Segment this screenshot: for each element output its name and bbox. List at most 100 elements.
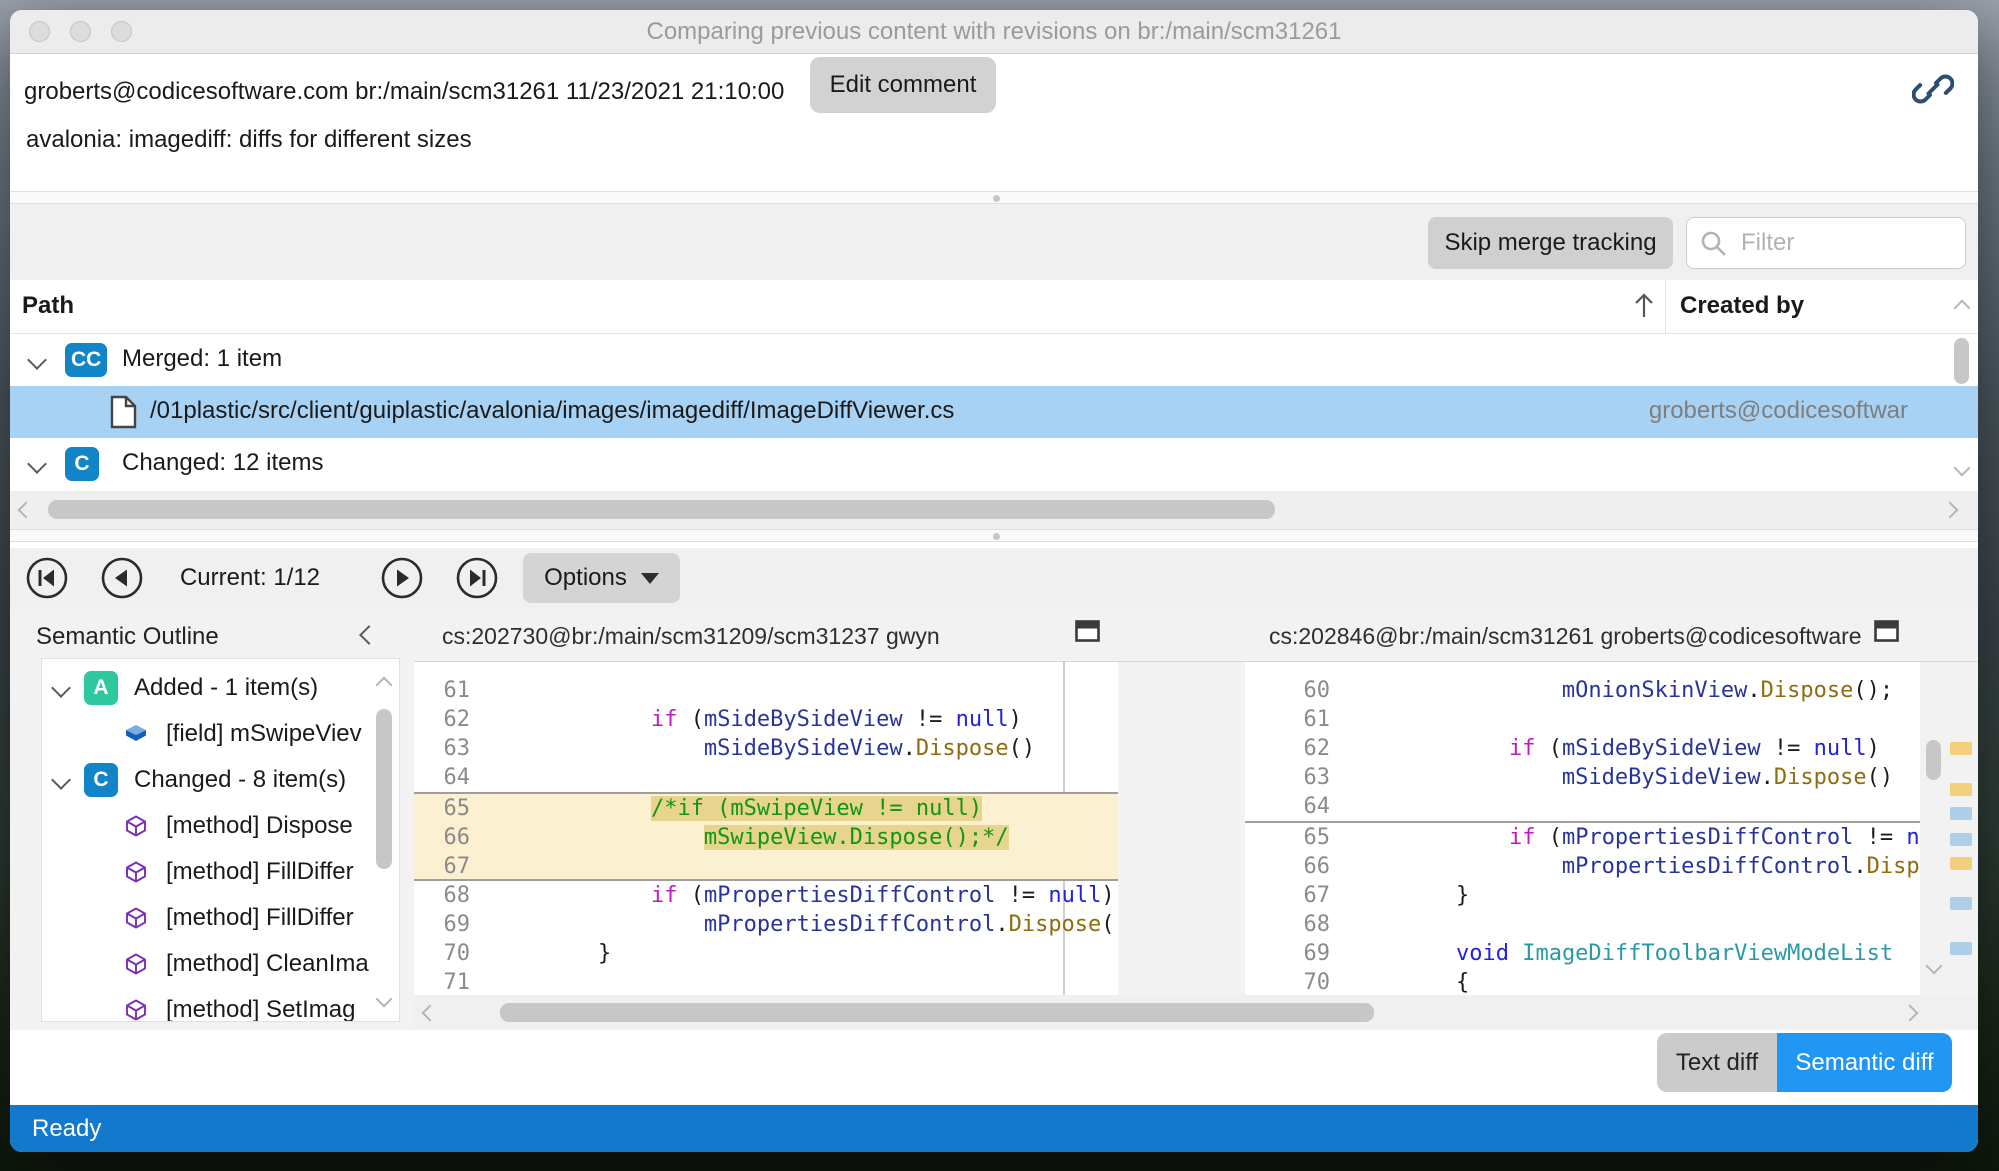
outline-item[interactable]: [method] FillDiffer xyxy=(42,895,399,941)
column-header-path[interactable]: Path xyxy=(22,292,74,320)
field-icon xyxy=(124,722,148,746)
code-line-62: 62 if (mSideBySideView != null) xyxy=(414,705,1118,734)
outline-badge: C xyxy=(84,763,118,797)
line-number: 68 xyxy=(414,881,470,910)
toolbar: Skip merge tracking xyxy=(10,204,1978,280)
scroll-right-icon[interactable] xyxy=(1902,1005,1919,1022)
minimap-marker-yellow[interactable] xyxy=(1950,783,1972,796)
scroll-left-icon[interactable] xyxy=(422,1005,439,1022)
outline-scrollbar-thumb[interactable] xyxy=(376,709,392,869)
dropdown-caret-icon xyxy=(641,573,659,584)
bottom-strip: Text diff Semantic diff xyxy=(10,1030,1978,1105)
options-label: Options xyxy=(544,564,627,591)
outline-item-label: [method] FillDiffer xyxy=(166,904,354,932)
maximize-pane-icon[interactable] xyxy=(1874,620,1899,647)
scroll-right-icon[interactable] xyxy=(1942,502,1959,519)
semantic-outline-panel: AAdded - 1 item(s) [field] mSwipeViev CCha… xyxy=(41,658,400,1022)
code-line-61: 61 xyxy=(414,676,1118,705)
app-window: Comparing previous content with revision… xyxy=(10,10,1978,1152)
minimap-marker-yellow[interactable] xyxy=(1950,742,1972,755)
outline-item[interactable]: [method] SetImag xyxy=(42,987,399,1022)
minimap-marker-blue[interactable] xyxy=(1950,833,1972,846)
column-header-created-by[interactable]: Created by xyxy=(1680,292,1804,320)
outline-item-label: [field] mSwipeViev xyxy=(166,720,362,748)
last-diff-button[interactable] xyxy=(455,556,499,600)
horizontal-splitter[interactable] xyxy=(10,529,1978,542)
line-number: 62 xyxy=(1245,734,1330,763)
filter-box[interactable] xyxy=(1686,217,1966,269)
tree-hscrollbar xyxy=(10,491,1978,529)
outline-group-label: Added - 1 item(s) xyxy=(134,674,318,702)
chevron-down-icon[interactable] xyxy=(27,454,47,474)
horizontal-splitter[interactable] xyxy=(10,191,1978,204)
first-diff-button[interactable] xyxy=(25,556,69,600)
link-icon[interactable] xyxy=(1912,68,1954,115)
outline-item[interactable]: [method] CleanIma xyxy=(42,941,399,987)
code-line-67: 67 xyxy=(414,852,1118,881)
outline-item-label: [method] SetImag xyxy=(166,996,355,1022)
chevron-down-icon[interactable] xyxy=(51,770,71,790)
line-number: 69 xyxy=(414,910,470,939)
line-number: 64 xyxy=(414,763,470,792)
maximize-pane-icon[interactable] xyxy=(1075,620,1100,647)
current-diff-counter: Current: 1/12 xyxy=(160,548,340,608)
code-line-62: 62 if (mSideBySideView != null) xyxy=(1245,734,1920,763)
tree-hscrollbar-thumb[interactable] xyxy=(48,500,1275,519)
code-line-68: 68 xyxy=(1245,910,1920,939)
code-vscrollbar-thumb[interactable] xyxy=(1926,740,1941,780)
code-hscrollbar-thumb[interactable] xyxy=(500,1003,1374,1022)
edit-comment-button[interactable]: Edit comment xyxy=(810,57,996,113)
right-code-pane[interactable]: 60 mOnionSkinView.Dispose();6162 if (mSi… xyxy=(1245,662,1920,1007)
collapse-outline-icon[interactable] xyxy=(359,625,379,645)
left-revision-header: cs:202730@br:/main/scm31209/scm31237 gwy… xyxy=(442,623,940,650)
minimap-marker-yellow[interactable] xyxy=(1950,857,1972,870)
tree-row-changed[interactable]: C Changed: 12 items xyxy=(10,438,1978,490)
line-number: 67 xyxy=(1245,881,1330,910)
status-bar: Ready xyxy=(10,1105,1978,1152)
sort-ascending-icon[interactable] xyxy=(1632,292,1656,325)
tree-row-merged[interactable]: CC Merged: 1 item xyxy=(10,334,1978,386)
scroll-down-icon[interactable] xyxy=(1926,958,1943,975)
tree-vscrollbar-thumb[interactable] xyxy=(1954,338,1969,384)
minimap-marker-blue[interactable] xyxy=(1950,897,1972,910)
chevron-down-icon[interactable] xyxy=(27,350,47,370)
line-number: 63 xyxy=(414,734,470,763)
previous-diff-button[interactable] xyxy=(100,556,144,600)
outline-group-changed[interactable]: CChanged - 8 item(s) xyxy=(42,757,399,803)
line-number: 65 xyxy=(1245,823,1330,852)
code-line-71: 71 xyxy=(414,968,1118,997)
line-number: 65 xyxy=(414,794,470,823)
next-diff-button[interactable] xyxy=(380,556,424,600)
merged-badge: CC xyxy=(65,343,107,377)
semantic-diff-button[interactable]: Semantic diff xyxy=(1777,1033,1952,1092)
code-line-60: 60 mOnionSkinView.Dispose(); xyxy=(1245,676,1920,705)
changed-group-label: Changed: 12 items xyxy=(122,449,323,477)
line-number: 67 xyxy=(414,852,470,879)
line-number: 66 xyxy=(1245,852,1330,881)
minimap-marker-blue[interactable] xyxy=(1950,942,1972,955)
skip-merge-tracking-button[interactable]: Skip merge tracking xyxy=(1428,217,1673,269)
outline-item[interactable]: [method] FillDiffer xyxy=(42,849,399,895)
changed-badge: C xyxy=(65,447,99,481)
line-number: 71 xyxy=(414,968,470,997)
outline-item[interactable]: [field] mSwipeViev xyxy=(42,711,399,757)
diff-navigation-toolbar: Current: 1/12 Options xyxy=(10,548,1978,608)
scroll-left-icon[interactable] xyxy=(18,502,35,519)
left-code-pane[interactable]: 6162 if (mSideBySideView != null)63 mSid… xyxy=(414,662,1118,1007)
table-header: Path Created by xyxy=(10,280,1978,334)
code-line-66: 66 mPropertiesDiffControl.Dispose(); xyxy=(1245,852,1920,881)
window-title: Comparing previous content with revision… xyxy=(10,10,1978,53)
tree-row-file-selected[interactable]: /01plastic/src/client/guiplastic/avaloni… xyxy=(10,386,1978,438)
outline-group-added[interactable]: AAdded - 1 item(s) xyxy=(42,665,399,711)
diff-main-area: Semantic Outline AAdded - 1 item(s)[fiel… xyxy=(10,608,1978,1030)
options-button[interactable]: Options xyxy=(523,553,680,603)
filter-input[interactable] xyxy=(1739,222,1958,264)
outline-item[interactable]: [method] Dispose xyxy=(42,803,399,849)
right-revision-header: cs:202846@br:/main/scm31261 groberts@cod… xyxy=(1269,623,1862,650)
chevron-down-icon[interactable] xyxy=(51,678,71,698)
line-number: 60 xyxy=(1245,676,1330,705)
line-number: 68 xyxy=(1245,910,1330,939)
text-diff-button[interactable]: Text diff xyxy=(1657,1033,1777,1092)
code-line-70: 70 { xyxy=(1245,968,1920,997)
minimap-marker-blue[interactable] xyxy=(1950,807,1972,820)
